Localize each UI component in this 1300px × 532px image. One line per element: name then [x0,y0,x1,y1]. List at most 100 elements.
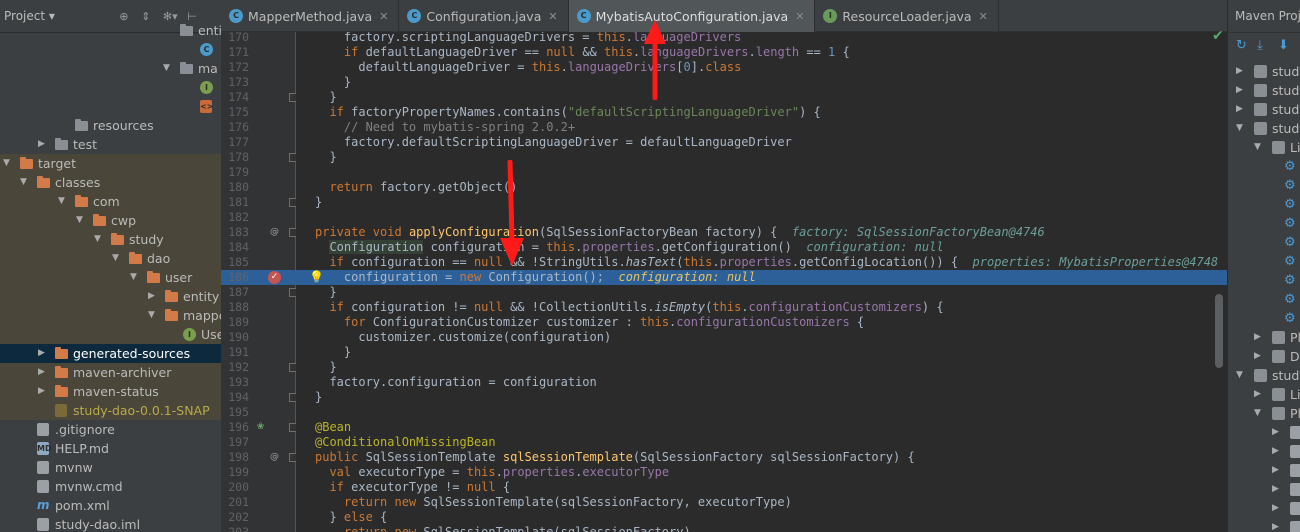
maven-tree-item[interactable]: ▶ Lif [1228,385,1300,404]
code-line: for ConfigurationCustomizer customizer :… [343,315,865,329]
collapse-arrow-icon[interactable]: ▶ [38,135,45,154]
tree-item[interactable]: <> [0,97,221,116]
tree-item[interactable]: ▼ dao [0,249,221,268]
tree-item[interactable]: ▼ user [0,268,221,287]
maven-tree-item[interactable]: ▼ study [1228,119,1300,138]
close-tab-icon[interactable]: ✕ [548,10,557,23]
close-tab-icon[interactable]: ✕ [979,10,988,23]
maven-tree-item[interactable]: ▶ [1228,480,1300,499]
tab-mappermethod-java[interactable]: C MapperMethod.java ✕ [221,0,400,32]
breakpoint-icon[interactable]: ✓ [268,271,281,284]
expand-arrow-icon[interactable]: ▼ [130,268,137,287]
collapse-arrow-icon[interactable]: ▶ [38,363,45,382]
maven-panel-title: Maven Proje [1228,0,1300,33]
expand-arrow-icon[interactable]: ▼ [163,59,170,78]
tree-item[interactable]: ▶ generated-sources [0,344,221,363]
maven-tree-item[interactable]: ⚙ [1228,309,1300,328]
expand-arrow-icon[interactable]: ▼ [1236,366,1243,385]
tree-item[interactable]: .gitignore [0,420,221,439]
tree-item[interactable]: ▼ classes [0,173,221,192]
tree-item[interactable]: study-dao.iml [0,515,221,532]
code-editor[interactable]: factory.scriptingLanguageDrivers = this.… [296,32,1227,532]
maven-tree-item[interactable]: ▶ [1228,518,1300,532]
editor-scrollbar[interactable] [1215,294,1223,368]
tab-resourceloader-java[interactable]: I ResourceLoader.java ✕ [815,0,999,32]
maven-tree-item[interactable]: ▶ [1228,461,1300,480]
intention-bulb-icon[interactable]: 💡 [309,270,324,284]
maven-tree-item[interactable]: ▶ [1228,423,1300,442]
maven-tree-item[interactable]: ⚙ [1228,214,1300,233]
maven-tree-item[interactable]: ⚙ [1228,195,1300,214]
tree-item[interactable]: MD HELP.md [0,439,221,458]
expand-arrow-icon[interactable]: ▼ [3,154,10,173]
maven-tree-item[interactable]: ▶ [1228,499,1300,518]
collapse-arrow-icon[interactable]: ▶ [1236,100,1243,119]
collapse-arrow-icon[interactable]: ▶ [1254,328,1261,347]
expand-arrow-icon[interactable]: ▼ [20,173,27,192]
tree-item[interactable]: ▼ ma [0,59,221,78]
tree-item[interactable]: ▼ study [0,230,221,249]
collapse-arrow-icon[interactable]: ▶ [1236,81,1243,100]
tree-item[interactable]: C [0,40,221,59]
maven-tree-item[interactable]: ⚙ [1228,157,1300,176]
tree-item[interactable]: I Use [0,325,221,344]
maven-tree-item[interactable]: ▶ De [1228,347,1300,366]
tree-item[interactable]: m pom.xml [0,496,221,515]
close-tab-icon[interactable]: ✕ [795,10,804,23]
collapse-arrow-icon[interactable]: ▶ [38,344,45,363]
maven-tree-item[interactable]: ▼ study [1228,366,1300,385]
close-tab-icon[interactable]: ✕ [379,10,388,23]
maven-tree-item[interactable]: ▶ Plu [1228,328,1300,347]
tree-item[interactable]: mvnw.cmd [0,477,221,496]
collapse-arrow-icon[interactable]: ▶ [1272,442,1279,461]
tree-item[interactable]: mvnw [0,458,221,477]
expand-arrow-icon[interactable]: ▼ [1254,404,1261,423]
maven-tree-item[interactable]: ▼ Plu [1228,404,1300,423]
expand-arrow-icon[interactable]: ▼ [112,249,119,268]
collapse-arrow-icon[interactable]: ▶ [1272,423,1279,442]
expand-arrow-icon[interactable]: ▼ [76,211,83,230]
collapse-arrow-icon[interactable]: ▶ [1254,347,1261,366]
collapse-arrow-icon[interactable]: ▶ [1272,499,1279,518]
expand-arrow-icon[interactable]: ▼ [58,192,65,211]
expand-arrow-icon[interactable]: ▼ [1254,138,1261,157]
expand-arrow-icon[interactable]: ▼ [1236,119,1243,138]
tree-item[interactable]: ▶ maven-archiver [0,363,221,382]
tab-mybatisautoconfiguration-java[interactable]: C MybatisAutoConfiguration.java ✕ [568,0,816,32]
tree-item[interactable]: study-dao-0.0.1-SNAP [0,401,221,420]
collapse-arrow-icon[interactable]: ▶ [38,382,45,401]
maven-tree-item[interactable]: ⚙ [1228,271,1300,290]
collapse-arrow-icon[interactable]: ▶ [1272,480,1279,499]
collapse-arrow-icon[interactable]: ▶ [1236,62,1243,81]
tree-item[interactable]: ▶ maven-status [0,382,221,401]
collapse-arrow-icon[interactable]: ▶ [1254,385,1261,404]
maven-tree-item[interactable]: ⚙ [1228,233,1300,252]
maven-tree-item[interactable]: ▶ study [1228,100,1300,119]
reimport-icon[interactable]: ↻ [1236,39,1250,53]
maven-tree-item[interactable]: ▶ [1228,442,1300,461]
collapse-arrow-icon[interactable]: ▶ [148,287,155,306]
tree-item[interactable]: ▼ com [0,192,221,211]
tree-item[interactable]: ▼ cwp [0,211,221,230]
tree-item[interactable]: resources [0,116,221,135]
tree-item[interactable]: ▶ test [0,135,221,154]
maven-tree-item[interactable]: ⚙ [1228,176,1300,195]
spring-bean-icon[interactable]: ❀ [254,421,267,434]
tree-item[interactable]: I [0,78,221,97]
collapse-arrow-icon[interactable]: ▶ [1272,518,1279,532]
tree-item[interactable]: ▶ entity [0,287,221,306]
tab-configuration-java[interactable]: C Configuration.java ✕ [399,0,569,32]
expand-arrow-icon[interactable]: ▼ [148,306,155,325]
generate-sources-icon[interactable]: ⤓ [1257,39,1271,53]
collapse-arrow-icon[interactable]: ▶ [1272,461,1279,480]
download-icon[interactable]: ⬇ [1278,39,1292,53]
maven-tree-item[interactable]: ⚙ [1228,252,1300,271]
tree-item[interactable]: ▼ target [0,154,221,173]
tree-item[interactable]: entit [0,21,221,40]
expand-arrow-icon[interactable]: ▼ [94,230,101,249]
tree-item[interactable]: ▼ mappe [0,306,221,325]
maven-tree-item[interactable]: ▶ study [1228,62,1300,81]
maven-tree-item[interactable]: ▼ Lif [1228,138,1300,157]
maven-tree-item[interactable]: ▶ study [1228,81,1300,100]
maven-tree-item[interactable]: ⚙ [1228,290,1300,309]
